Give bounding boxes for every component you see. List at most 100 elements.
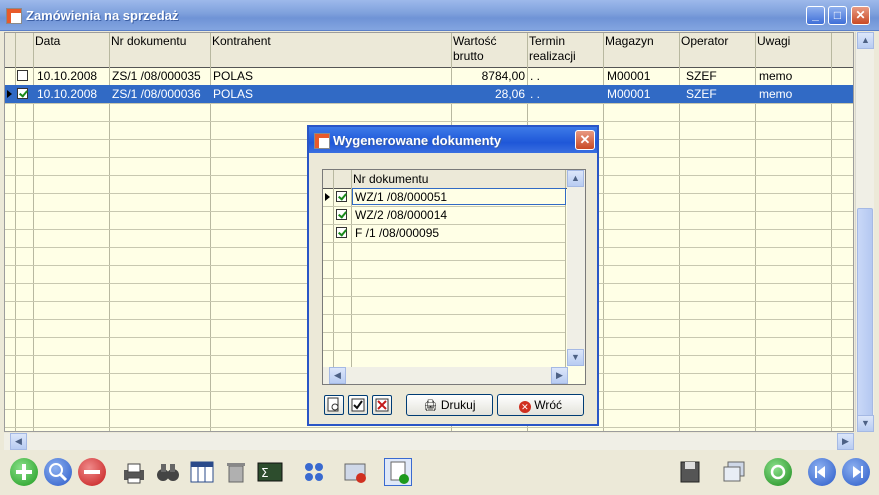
cancel-icon: ✕ bbox=[518, 401, 531, 413]
back-button[interactable]: ✕ Wróć bbox=[497, 394, 584, 416]
cell-kontrahent: POLAS bbox=[213, 87, 254, 101]
minimize-button[interactable]: _ bbox=[806, 6, 825, 25]
grid-line bbox=[5, 121, 853, 122]
focus-rect bbox=[352, 188, 566, 205]
documents-horizontal-scrollbar[interactable]: ◀ ▶ bbox=[323, 367, 568, 384]
document-checkbox[interactable] bbox=[336, 191, 347, 202]
cell-data: 10.10.2008 bbox=[37, 69, 98, 83]
grid-line bbox=[323, 260, 565, 261]
toolbar: Σ bbox=[0, 452, 879, 495]
generate-documents-icon[interactable] bbox=[384, 458, 412, 486]
preview-icon[interactable] bbox=[44, 458, 72, 486]
col-header-magazyn[interactable]: Magazyn bbox=[605, 34, 654, 49]
cell-uwagi: memo bbox=[759, 69, 793, 83]
row-pointer-icon bbox=[7, 90, 12, 98]
document-row[interactable]: F /1 /08/000095 bbox=[323, 224, 585, 242]
copy-icon[interactable] bbox=[720, 458, 748, 486]
cell-termin: . . bbox=[530, 87, 541, 101]
close-button[interactable]: ✕ bbox=[851, 6, 870, 25]
row-checkbox[interactable] bbox=[17, 70, 28, 81]
col-header-wartosc[interactable]: Wartość brutto bbox=[453, 34, 497, 64]
grid-header: Data Nr dokumentu Kontrahent Wartość brut… bbox=[5, 33, 853, 68]
check-all-icon bbox=[351, 398, 365, 412]
grid-line bbox=[323, 350, 565, 351]
col-header-wartosc-line2: brutto bbox=[453, 49, 484, 63]
deselect-all-button[interactable] bbox=[372, 395, 392, 415]
preview-document-button[interactable] bbox=[324, 395, 344, 415]
add-icon[interactable] bbox=[10, 458, 38, 486]
print-button-label: Drukuj bbox=[440, 398, 476, 412]
row-pointer-icon bbox=[325, 193, 330, 201]
dialog-title-bar[interactable]: Wygenerowane dokumenty ✕ bbox=[309, 127, 597, 153]
scroll-down-icon[interactable]: ▼ bbox=[857, 415, 874, 432]
col-header-kontrahent[interactable]: Kontrahent bbox=[212, 34, 271, 49]
cell-uwagi: memo bbox=[759, 87, 793, 101]
previous-icon[interactable] bbox=[808, 458, 836, 486]
scroll-thumb[interactable] bbox=[857, 208, 873, 430]
grid-line bbox=[323, 314, 565, 315]
select-all-button[interactable] bbox=[348, 395, 368, 415]
scroll-left-icon[interactable]: ◀ bbox=[10, 433, 27, 450]
table-row[interactable]: 10.10.2008 ZS/1 /08/000035 POLAS 8784,00… bbox=[5, 67, 853, 85]
columns-icon[interactable] bbox=[188, 458, 216, 486]
dialog-close-button[interactable]: ✕ bbox=[575, 130, 595, 150]
document-row[interactable]: WZ/2 /08/000014 bbox=[323, 206, 585, 224]
sum-icon[interactable]: Σ bbox=[256, 458, 284, 486]
scroll-down-icon[interactable]: ▼ bbox=[567, 349, 584, 366]
grid-line bbox=[5, 427, 853, 428]
generated-documents-dialog[interactable]: Wygenerowane dokumenty ✕ Nr dokumentu WZ… bbox=[307, 125, 599, 426]
scroll-up-icon[interactable]: ▲ bbox=[857, 32, 874, 49]
settings-icon[interactable] bbox=[300, 458, 328, 486]
app-icon bbox=[6, 8, 22, 24]
binoculars-icon[interactable] bbox=[154, 458, 182, 486]
horizontal-scrollbar[interactable]: ◀ ▶ bbox=[4, 433, 854, 450]
cell-operator: SZEF bbox=[686, 69, 717, 83]
cell-nr-dokumentu: ZS/1 /08/000036 bbox=[112, 87, 201, 101]
col-header-termin[interactable]: Termin realizacji bbox=[529, 34, 576, 64]
cell-wartosc: 8784,00 bbox=[481, 69, 525, 83]
scroll-left-icon[interactable]: ◀ bbox=[329, 367, 346, 384]
back-button-label: Wróć bbox=[534, 398, 563, 412]
document-checkbox[interactable] bbox=[336, 227, 347, 238]
scroll-right-icon[interactable]: ▶ bbox=[837, 433, 854, 450]
documents-grid[interactable]: Nr dokumentu WZ/1 /08/000051 WZ/2 /08/00… bbox=[322, 169, 586, 385]
cell-nr-dokumentu: ZS/1 /08/000035 bbox=[112, 69, 201, 83]
maximize-button[interactable]: □ bbox=[828, 6, 847, 25]
vertical-scrollbar[interactable]: ▲ ▼ bbox=[855, 32, 874, 432]
grid-line bbox=[323, 296, 565, 297]
refresh-icon[interactable] bbox=[764, 458, 792, 486]
cell-termin: . . bbox=[530, 69, 541, 83]
export-icon[interactable] bbox=[342, 458, 370, 486]
cell-kontrahent: POLAS bbox=[213, 69, 254, 83]
col-header-operator[interactable]: Operator bbox=[681, 34, 728, 49]
grid-line bbox=[323, 242, 565, 243]
document-checkbox[interactable] bbox=[336, 209, 347, 220]
col-header-nr-dokumentu[interactable]: Nr dokumentu bbox=[353, 172, 428, 186]
col-header-uwagi[interactable]: Uwagi bbox=[757, 34, 790, 49]
scroll-up-icon[interactable]: ▲ bbox=[567, 170, 584, 187]
document-number: F /1 /08/000095 bbox=[355, 226, 440, 240]
print-icon[interactable] bbox=[120, 458, 148, 486]
next-icon[interactable] bbox=[842, 458, 870, 486]
grid-line bbox=[323, 278, 565, 279]
col-header-termin-line2: realizacji bbox=[529, 49, 576, 63]
col-header-nr-dokumentu[interactable]: Nr dokumentu bbox=[111, 34, 186, 49]
title-bar[interactable]: Zamówienia na sprzedaż _ □ ✕ bbox=[0, 0, 879, 31]
row-checkbox[interactable] bbox=[17, 88, 28, 99]
delete-icon[interactable] bbox=[78, 458, 106, 486]
uncheck-all-icon bbox=[375, 398, 389, 412]
cell-wartosc: 28,06 bbox=[494, 87, 525, 101]
window-title: Zamówienia na sprzedaż bbox=[26, 8, 179, 23]
document-row[interactable]: WZ/1 /08/000051 bbox=[323, 188, 585, 206]
dialog-title: Wygenerowane dokumenty bbox=[333, 133, 502, 148]
trash-icon[interactable] bbox=[222, 458, 250, 486]
save-icon[interactable] bbox=[676, 458, 704, 486]
print-button[interactable]: 🖨 Drukuj bbox=[406, 394, 493, 416]
scroll-right-icon[interactable]: ▶ bbox=[551, 367, 568, 384]
cell-data: 10.10.2008 bbox=[37, 87, 98, 101]
col-header-data[interactable]: Data bbox=[35, 34, 60, 49]
documents-vertical-scrollbar[interactable]: ▲ ▼ bbox=[567, 170, 585, 366]
grid-line bbox=[323, 332, 565, 333]
cell-operator: SZEF bbox=[686, 87, 717, 101]
table-row-selected[interactable]: 10.10.2008 ZS/1 /08/000036 POLAS 28,06 .… bbox=[5, 85, 853, 103]
